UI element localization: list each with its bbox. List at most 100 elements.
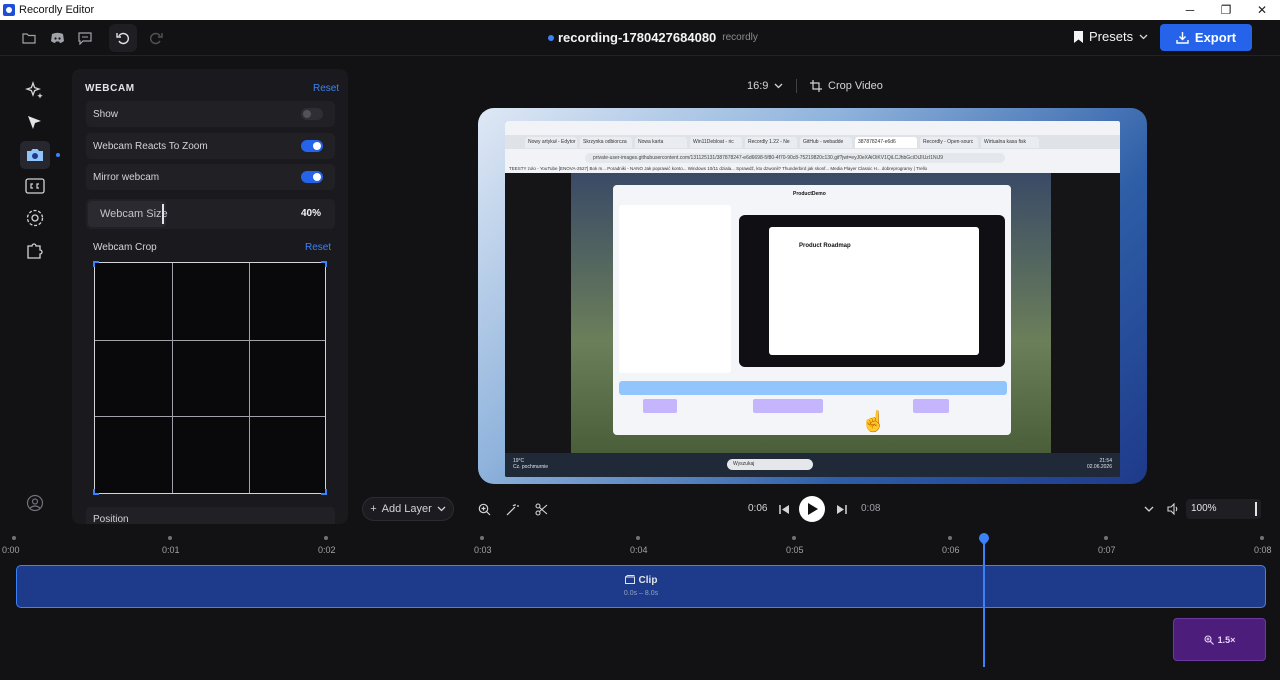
zoom-region-clip[interactable]: 1.5×	[1173, 618, 1266, 661]
zoom-level-value: 100%	[1191, 503, 1217, 514]
inner-zoom-clip	[913, 399, 949, 413]
crop-video-label: Crop Video	[828, 80, 883, 92]
mirror-webcam-row[interactable]: Mirror webcam	[86, 164, 335, 190]
show-webcam-row[interactable]: Show	[86, 101, 335, 127]
size-slider-handle[interactable]	[162, 204, 164, 224]
volume-icon[interactable]	[1166, 502, 1180, 516]
timeline-tick-mark	[324, 536, 328, 540]
magic-wand-icon[interactable]	[505, 502, 519, 516]
browser-tab: Recordly 1.22 - Ne	[745, 137, 797, 148]
zoom-level-slider[interactable]: 100%	[1186, 499, 1261, 519]
timeline-tick-label: 0:00	[2, 545, 20, 555]
crop-video-button[interactable]: Crop Video	[810, 80, 883, 92]
add-layer-button[interactable]: + Add Layer	[362, 497, 454, 521]
browser-tab: Skrzynka odbiorcza	[580, 137, 632, 148]
gear-icon[interactable]	[24, 207, 46, 229]
timeline-tick-mark	[636, 536, 640, 540]
sparkles-icon[interactable]	[24, 80, 46, 102]
chevron-down-icon[interactable]	[1142, 502, 1156, 516]
camera-icon[interactable]	[20, 141, 50, 169]
export-button[interactable]: Export	[1160, 24, 1252, 51]
playhead-line[interactable]	[983, 537, 985, 667]
inner-zoom-clip	[753, 399, 823, 413]
inner-app-window: ProductDemo Product Roadmap	[613, 185, 1011, 435]
timeline-tick-mark	[12, 536, 16, 540]
timeline-tick-label: 0:01	[162, 545, 180, 555]
position-row[interactable]: Position	[86, 507, 335, 524]
timeline-tick-mark	[480, 536, 484, 540]
undo-button[interactable]	[109, 24, 137, 52]
chevron-down-icon	[1139, 34, 1148, 39]
cc-icon[interactable]	[24, 175, 46, 197]
plus-icon: +	[370, 503, 377, 515]
crop-handle-top-left[interactable]	[93, 261, 99, 267]
inner-timeline-clip	[619, 381, 1007, 395]
discord-icon[interactable]	[47, 28, 67, 48]
reacts-zoom-label: Webcam Reacts To Zoom	[93, 140, 208, 152]
timeline-tick-mark	[948, 536, 952, 540]
reacts-zoom-row[interactable]: Webcam Reacts To Zoom	[86, 133, 335, 159]
crop-handle-bottom-right[interactable]	[321, 489, 327, 495]
inner-zoom-clip	[643, 399, 677, 413]
skip-forward-icon[interactable]	[834, 502, 848, 516]
taskbar-search: Wyszukaj	[727, 459, 813, 470]
taskbar-date: 02.06.2026	[1086, 464, 1112, 470]
chevron-down-icon	[774, 83, 783, 89]
timeline-tick-mark	[1260, 536, 1264, 540]
browser-tab-strip: Nowy artykuł - Edytor Skrzynka odbiorcza…	[505, 135, 1120, 149]
crop-reset-button[interactable]: Reset	[305, 242, 331, 253]
recorded-screen: Nowy artykuł - Edytor Skrzynka odbiorcza…	[505, 121, 1120, 477]
zoom-slider-handle[interactable]	[1255, 502, 1257, 516]
export-label: Export	[1194, 30, 1237, 45]
current-time: 0:06	[748, 503, 768, 514]
download-icon	[1176, 32, 1189, 44]
clip-range: 0.0s – 8.0s	[623, 590, 659, 597]
timeline-ruler[interactable]: 0:00 0:01 0:02 0:03 0:04 0:05 0:06 0:07 0:08	[0, 530, 1280, 560]
play-icon	[807, 503, 818, 515]
browser-tab: Recordly - Open-sourc	[920, 137, 978, 148]
redo-icon[interactable]	[146, 28, 166, 48]
maximize-button[interactable]: ❐	[1208, 0, 1244, 20]
aspect-ratio-value: 16:9	[747, 80, 769, 92]
size-value: 40%	[300, 208, 321, 219]
timeline-tick-label: 0:06	[942, 545, 960, 555]
timeline-tick-mark	[1104, 536, 1108, 540]
user-circle-icon[interactable]	[24, 492, 46, 514]
end-time: 0:08	[861, 503, 881, 514]
presets-dropdown[interactable]: Presets	[1074, 29, 1148, 44]
crop-label: Webcam Crop	[93, 242, 157, 253]
mirror-toggle[interactable]	[301, 171, 323, 183]
video-clip[interactable]: Clip 0.0s – 8.0s	[16, 565, 1266, 608]
skip-back-icon[interactable]	[777, 502, 791, 516]
recording-name: recording-1780427684080	[558, 30, 717, 45]
show-toggle[interactable]	[301, 108, 323, 120]
puzzle-icon[interactable]	[24, 239, 46, 261]
app-logo-icon	[3, 4, 15, 16]
webcam-settings-panel: WEBCAM Reset Show Webcam Reacts To Zoom …	[72, 69, 348, 524]
feedback-icon[interactable]	[75, 28, 95, 48]
play-button[interactable]	[799, 496, 825, 522]
timeline-tick-label: 0:08	[1254, 545, 1272, 555]
undo-icon	[116, 32, 129, 45]
open-folder-icon[interactable]	[19, 28, 39, 48]
top-toolbar: recording-1780427684080 recordly Presets…	[0, 20, 1280, 56]
cursor-arrow-icon[interactable]	[24, 112, 46, 134]
timeline-tick-mark	[792, 536, 796, 540]
recording-title: recording-1780427684080 recordly	[548, 30, 758, 45]
crop-handle-top-right[interactable]	[321, 261, 327, 267]
show-label: Show	[93, 108, 119, 120]
webcam-size-slider[interactable]: Webcam Size 40%	[86, 199, 335, 229]
zoom-in-icon[interactable]	[477, 502, 491, 516]
timeline-tick-label: 0:03	[474, 545, 492, 555]
reacts-zoom-toggle[interactable]	[301, 140, 323, 152]
minimize-button[interactable]: ─	[1172, 0, 1208, 20]
video-preview[interactable]: Nowy artykuł - Edytor Skrzynka odbiorcza…	[478, 108, 1147, 484]
reset-button[interactable]: Reset	[313, 83, 339, 94]
aspect-ratio-dropdown[interactable]: 16:9	[747, 80, 783, 92]
presets-label: Presets	[1089, 29, 1134, 44]
crop-handle-bottom-left[interactable]	[93, 489, 99, 495]
close-window-button[interactable]: ✕	[1244, 0, 1280, 20]
scissors-icon[interactable]	[534, 502, 548, 516]
crop-grid-line	[249, 263, 250, 493]
webcam-crop-area[interactable]	[93, 261, 327, 495]
